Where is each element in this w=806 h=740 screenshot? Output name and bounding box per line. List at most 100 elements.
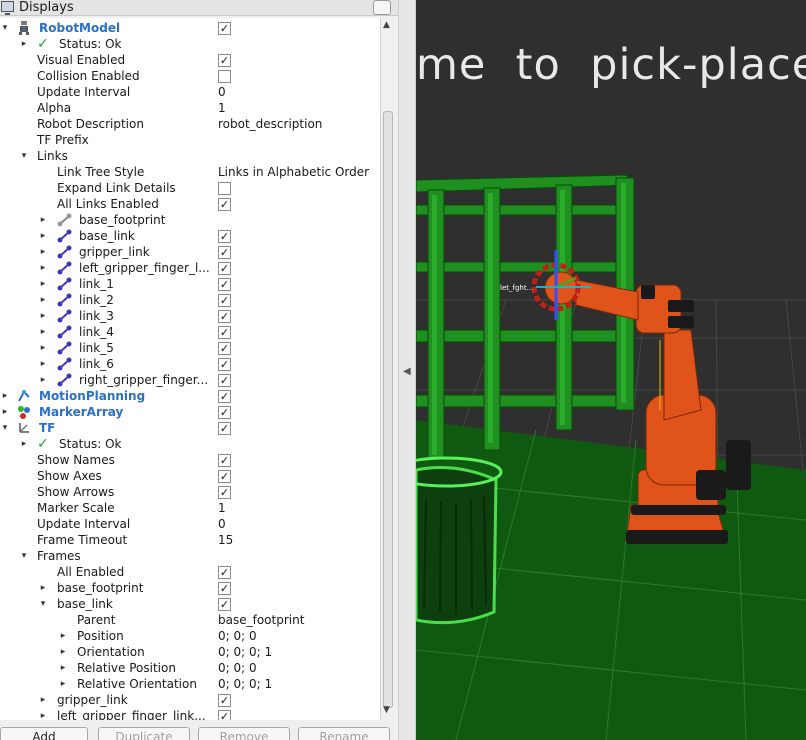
link-enabled-checkbox[interactable]: ✓ xyxy=(218,326,231,339)
collapse-left-arrow-icon[interactable]: ◀ xyxy=(403,366,411,377)
collapse-arrow-icon[interactable]: ▾ xyxy=(0,20,10,36)
link-item[interactable]: ▸ link_3 ✓ xyxy=(0,308,380,324)
link-item[interactable]: ▸ link_2 ✓ xyxy=(0,292,380,308)
frame-item[interactable]: ▾ base_link ✓ xyxy=(0,596,380,612)
expand-arrow-icon[interactable]: ▸ xyxy=(38,228,48,244)
expand-arrow-icon[interactable]: ▸ xyxy=(38,324,48,340)
link-tree-style-dropdown[interactable]: Links in Alphabetic Order xyxy=(218,164,369,180)
panel-splitter[interactable]: ◀ xyxy=(398,0,416,740)
link-item[interactable]: ▸ left_gripper_finger_l... ✓ xyxy=(0,260,380,276)
motionplanning-enabled-checkbox[interactable]: ✓ xyxy=(218,390,231,403)
tree-scrollbar[interactable]: ▲ ▼ xyxy=(380,18,394,720)
panel-float-button[interactable] xyxy=(373,0,391,15)
link-enabled-checkbox[interactable]: ✓ xyxy=(218,294,231,307)
expand-arrow-icon[interactable]: ▸ xyxy=(38,292,48,308)
prop-all-links-enabled[interactable]: All Links Enabled ✓ xyxy=(0,196,380,212)
scroll-up-arrow-icon[interactable]: ▲ xyxy=(383,20,390,30)
prop-update-interval[interactable]: Update Interval 0 xyxy=(0,84,380,100)
show-arrows-checkbox[interactable]: ✓ xyxy=(218,486,231,499)
tree-row-frames[interactable]: ▾ Frames xyxy=(0,548,380,564)
tf-enabled-checkbox[interactable]: ✓ xyxy=(218,422,231,435)
link-item[interactable]: ▸ right_gripper_finger... ✓ xyxy=(0,372,380,388)
link-item[interactable]: ▸ link_5 ✓ xyxy=(0,340,380,356)
tree-row-links[interactable]: ▾ Links xyxy=(0,148,380,164)
link-item[interactable]: ▸ link_1 ✓ xyxy=(0,276,380,292)
frame-item[interactable]: ▸ base_footprint ✓ xyxy=(0,580,380,596)
expand-arrow-icon[interactable]: ▸ xyxy=(19,436,29,452)
prop-value[interactable]: 0 xyxy=(218,84,226,100)
tree-row-markerarray[interactable]: ▸ MarkerArray ✓ xyxy=(0,404,380,420)
expand-arrow-icon[interactable]: ▸ xyxy=(38,308,48,324)
collapse-arrow-icon[interactable]: ▾ xyxy=(19,148,29,164)
prop-value[interactable]: 1 xyxy=(218,100,226,116)
tree-row-robotmodel-status[interactable]: ▸ ✓ Status: Ok xyxy=(0,36,380,52)
prop-marker-scale[interactable]: Marker Scale 1 xyxy=(0,500,380,516)
frame-item[interactable]: ▸ gripper_link ✓ xyxy=(0,692,380,708)
frame-item[interactable]: ▸ left_gripper_finger_link... ✓ xyxy=(0,708,380,720)
prop-update-interval[interactable]: Update Interval 0 xyxy=(0,516,380,532)
expand-arrow-icon[interactable]: ▸ xyxy=(58,660,68,676)
rename-button[interactable]: Rename xyxy=(298,727,390,740)
expand-arrow-icon[interactable]: ▸ xyxy=(38,212,48,228)
link-enabled-checkbox[interactable]: ✓ xyxy=(218,374,231,387)
prop-show-names[interactable]: Show Names ✓ xyxy=(0,452,380,468)
expand-arrow-icon[interactable]: ▸ xyxy=(0,404,10,420)
expand-arrow-icon[interactable]: ▸ xyxy=(38,372,48,388)
prop-expand-link-details[interactable]: Expand Link Details xyxy=(0,180,380,196)
expand-arrow-icon[interactable]: ▸ xyxy=(38,708,48,720)
robotmodel-enabled-checkbox[interactable]: ✓ xyxy=(218,22,231,35)
link-enabled-checkbox[interactable]: ✓ xyxy=(218,262,231,275)
scroll-down-arrow-icon[interactable]: ▼ xyxy=(383,705,390,715)
all-enabled-checkbox[interactable]: ✓ xyxy=(218,566,231,579)
scrollbar-thumb[interactable] xyxy=(383,111,393,708)
prop-all-enabled[interactable]: All Enabled ✓ xyxy=(0,564,380,580)
tree-row-tf[interactable]: ▾ TF ✓ xyxy=(0,420,380,436)
prop-collision-enabled[interactable]: Collision Enabled xyxy=(0,68,380,84)
link-enabled-checkbox[interactable]: ✓ xyxy=(218,278,231,291)
remove-button[interactable]: Remove xyxy=(198,727,290,740)
prop-alpha[interactable]: Alpha 1 xyxy=(0,100,380,116)
prop-visual-enabled[interactable]: Visual Enabled ✓ xyxy=(0,52,380,68)
frame-enabled-checkbox[interactable]: ✓ xyxy=(218,710,231,720)
prop-value[interactable]: 1 xyxy=(218,500,226,516)
link-enabled-checkbox[interactable]: ✓ xyxy=(218,342,231,355)
show-names-checkbox[interactable]: ✓ xyxy=(218,454,231,467)
tree-row-tf-status[interactable]: ▸ ✓ Status: Ok xyxy=(0,436,380,452)
collapse-arrow-icon[interactable]: ▾ xyxy=(19,548,29,564)
expand-arrow-icon[interactable]: ▸ xyxy=(38,260,48,276)
prop-parent[interactable]: Parent base_footprint xyxy=(0,612,380,628)
collapse-arrow-icon[interactable]: ▾ xyxy=(38,596,48,612)
expand-arrow-icon[interactable]: ▸ xyxy=(0,388,10,404)
expand-arrow-icon[interactable]: ▸ xyxy=(58,644,68,660)
link-enabled-checkbox[interactable]: ✓ xyxy=(218,246,231,259)
expand-arrow-icon[interactable]: ▸ xyxy=(19,36,29,52)
expand-arrow-icon[interactable]: ▸ xyxy=(58,676,68,692)
expand-arrow-icon[interactable]: ▸ xyxy=(38,276,48,292)
tree-row-robotmodel[interactable]: ▾ RobotModel ✓ xyxy=(0,20,380,36)
tree-row-motionplanning[interactable]: ▸ MotionPlanning ✓ xyxy=(0,388,380,404)
link-item[interactable]: ▸ gripper_link ✓ xyxy=(0,244,380,260)
prop-show-axes[interactable]: Show Axes ✓ xyxy=(0,468,380,484)
expand-arrow-icon[interactable]: ▸ xyxy=(38,244,48,260)
link-enabled-checkbox[interactable]: ✓ xyxy=(218,230,231,243)
link-item[interactable]: ▸ link_4 ✓ xyxy=(0,324,380,340)
expand-arrow-icon[interactable]: ▸ xyxy=(38,692,48,708)
duplicate-button[interactable]: Duplicate xyxy=(98,727,190,740)
link-enabled-checkbox[interactable]: ✓ xyxy=(218,358,231,371)
link-item[interactable]: ▸ link_6 ✓ xyxy=(0,356,380,372)
link-enabled-checkbox[interactable]: ✓ xyxy=(218,310,231,323)
prop-show-arrows[interactable]: Show Arrows ✓ xyxy=(0,484,380,500)
expand-arrow-icon[interactable]: ▸ xyxy=(38,356,48,372)
prop-value[interactable]: 15 xyxy=(218,532,233,548)
prop-value[interactable]: robot_description xyxy=(218,116,322,132)
expand-arrow-icon[interactable]: ▸ xyxy=(58,628,68,644)
frame-enabled-checkbox[interactable]: ✓ xyxy=(218,582,231,595)
markerarray-enabled-checkbox[interactable]: ✓ xyxy=(218,406,231,419)
prop-frame-timeout[interactable]: Frame Timeout 15 xyxy=(0,532,380,548)
prop-value[interactable]: 0 xyxy=(218,516,226,532)
link-item[interactable]: ▸ base_link ✓ xyxy=(0,228,380,244)
prop-tf-prefix[interactable]: TF Prefix xyxy=(0,132,380,148)
prop-relative-orientation[interactable]: ▸ Relative Orientation 0; 0; 0; 1 xyxy=(0,676,380,692)
expand-arrow-icon[interactable]: ▸ xyxy=(38,340,48,356)
collision-enabled-checkbox[interactable] xyxy=(218,70,231,83)
